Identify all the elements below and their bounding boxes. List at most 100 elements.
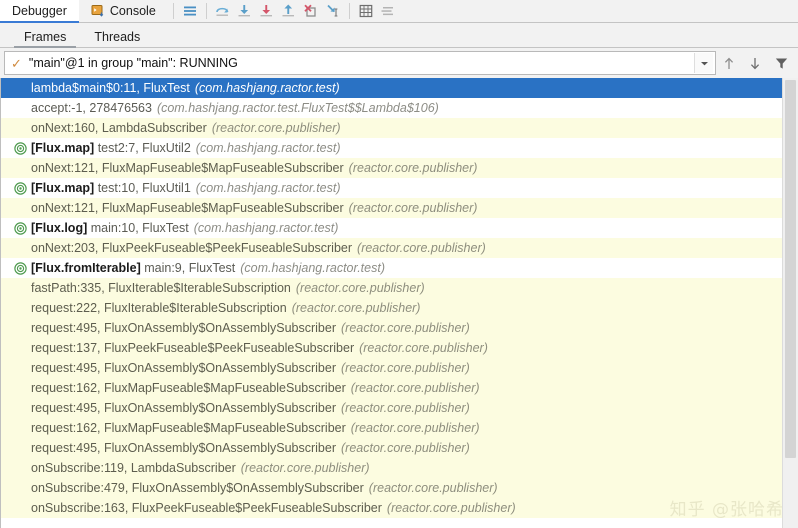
- frame-row[interactable]: [Flux.map] test:10, FluxUtil1 (com.hashja…: [1, 178, 783, 198]
- scrollbar-thumb[interactable]: [785, 80, 796, 458]
- frame-row[interactable]: accept:-1, 278476563 (com.hashjang.ractor…: [1, 98, 783, 118]
- thread-selector-combobox[interactable]: ✓ "main"@1 in group "main": RUNNING: [4, 51, 716, 75]
- frame-method-label: onNext:160, LambdaSubscriber: [31, 121, 207, 135]
- subtab-threads-label: Threads: [94, 30, 141, 44]
- frame-row[interactable]: request:495, FluxOnAssembly$OnAssemblySu…: [1, 398, 783, 418]
- frame-package-label: (reactor.core.publisher): [341, 441, 470, 455]
- evaluate-expression-icon[interactable]: [355, 1, 377, 21]
- frame-package-label: (reactor.core.publisher): [350, 381, 480, 395]
- frame-row[interactable]: onSubscribe:163, FluxPeekFuseable$PeekFu…: [1, 498, 783, 518]
- frame-package-label: (reactor.core.publisher): [348, 161, 478, 175]
- frame-method-label: main:9, FluxTest: [144, 261, 236, 275]
- step-into-icon[interactable]: [234, 1, 256, 21]
- frame-package-label: (reactor.core.publisher): [295, 281, 425, 295]
- frame-row[interactable]: request:222, FluxIterable$IterableSubscr…: [1, 298, 783, 318]
- step-out-icon[interactable]: [278, 1, 300, 21]
- frame-row[interactable]: lambda$main$0:11, FluxTest (com.hashjang.…: [1, 78, 783, 98]
- frame-package-label: (reactor.core.publisher): [359, 341, 488, 355]
- thread-selector-value: "main"@1 in group "main": RUNNING: [28, 56, 238, 70]
- frame-package-label: (com.hashjang.ractor.test): [240, 261, 385, 275]
- frame-row[interactable]: [Flux.log] main:10, FluxTest (com.hashjan…: [1, 218, 783, 238]
- frame-package-label: (com.hashjang.ractor.test): [194, 81, 340, 95]
- frame-method-label: request:495, FluxOnAssembly$OnAssemblySu…: [31, 401, 336, 415]
- frame-row[interactable]: request:495, FluxOnAssembly$OnAssemblySu…: [1, 438, 783, 458]
- frame-operator-label: [Flux.map]: [31, 141, 95, 155]
- toolbar-divider-2: [205, 3, 207, 19]
- frames-vertical-scrollbar[interactable]: [782, 78, 798, 528]
- frame-method-label: lambda$main$0:11, FluxTest: [31, 81, 190, 95]
- frame-operator-label: [Flux.fromIterable]: [31, 261, 141, 275]
- frame-package-label: (com.hashjang.ractor.test): [195, 181, 341, 195]
- tab-console[interactable]: Console: [78, 0, 168, 22]
- frame-method-label: accept:-1, 278476563: [31, 101, 152, 115]
- move-down-button[interactable]: [742, 51, 768, 75]
- frame-package-label: (com.hashjang.ractor.test): [195, 141, 341, 155]
- frame-method-label: request:495, FluxOnAssembly$OnAssemblySu…: [31, 361, 336, 375]
- frame-package-label: (reactor.core.publisher): [341, 321, 470, 335]
- frame-row[interactable]: request:162, FluxMapFuseable$MapFuseable…: [1, 418, 783, 438]
- run-to-cursor-icon[interactable]: [322, 1, 344, 21]
- subtab-threads[interactable]: Threads: [80, 28, 154, 47]
- frame-method-label: onSubscribe:163, FluxPeekFuseable$PeekFu…: [31, 501, 382, 515]
- frame-package-label: (reactor.core.publisher): [348, 201, 478, 215]
- drop-frame-icon[interactable]: [300, 1, 322, 21]
- frame-method-label: onNext:121, FluxMapFuseable$MapFuseableS…: [31, 201, 344, 215]
- frame-row[interactable]: onNext:203, FluxPeekFuseable$PeekFuseabl…: [1, 238, 783, 258]
- frame-method-label: onNext:121, FluxMapFuseable$MapFuseableS…: [31, 161, 344, 175]
- running-check-icon: ✓: [11, 55, 22, 71]
- frame-row[interactable]: onNext:121, FluxMapFuseable$MapFuseableS…: [1, 158, 783, 178]
- frame-row[interactable]: request:495, FluxOnAssembly$OnAssemblySu…: [1, 358, 783, 378]
- subtab-frames-label: Frames: [24, 30, 67, 44]
- frame-method-label: request:495, FluxOnAssembly$OnAssemblySu…: [31, 441, 336, 455]
- frame-method-label: onSubscribe:479, FluxOnAssembly$OnAssemb…: [31, 481, 364, 495]
- layout-settings-icon[interactable]: [179, 1, 201, 21]
- frame-row[interactable]: onNext:121, FluxMapFuseable$MapFuseableS…: [1, 198, 783, 218]
- frame-method-label: request:137, FluxPeekFuseable$PeekFuseab…: [31, 341, 355, 355]
- frame-package-label: (reactor.core.publisher): [386, 501, 516, 515]
- frames-rows-container: lambda$main$0:11, FluxTest (com.hashjang.…: [1, 78, 783, 528]
- frame-method-label: main:10, FluxTest: [90, 221, 189, 235]
- frame-package-label: (com.hashjang.ractor.test.FluxTest$$Lamb…: [156, 101, 439, 115]
- frame-operator-label: [Flux.map]: [31, 181, 95, 195]
- subtab-frames[interactable]: Frames: [10, 28, 80, 48]
- frame-method-label: request:222, FluxIterable$IterableSubscr…: [31, 301, 287, 315]
- frame-row[interactable]: onSubscribe:479, FluxOnAssembly$OnAssemb…: [1, 478, 783, 498]
- frame-package-label: (reactor.core.publisher): [350, 421, 480, 435]
- settings-lines-icon[interactable]: [377, 1, 399, 21]
- debug-tool-window-tabstrip: Debugger Console: [0, 0, 798, 23]
- frame-row[interactable]: onNext:160, LambdaSubscriber (reactor.cor…: [1, 118, 783, 138]
- tab-console-label: Console: [109, 4, 156, 18]
- call-stack-frames-list[interactable]: lambda$main$0:11, FluxTest (com.hashjang.…: [0, 78, 798, 528]
- frame-method-label: test2:7, FluxUtil2: [97, 141, 191, 155]
- thread-selector-bar: ✓ "main"@1 in group "main": RUNNING: [0, 48, 798, 79]
- reactive-stream-icon: [11, 181, 29, 195]
- tab-debugger[interactable]: Debugger: [0, 0, 79, 23]
- chevron-down-icon[interactable]: [694, 53, 713, 73]
- reactive-stream-icon: [11, 261, 29, 275]
- frame-method-label: request:162, FluxMapFuseable$MapFuseable…: [31, 381, 346, 395]
- filter-button[interactable]: [768, 51, 794, 75]
- frame-row[interactable]: onSubscribe:119, LambdaSubscriber (reacto…: [1, 458, 783, 478]
- frame-row[interactable]: [Flux.fromIterable] main:9, FluxTest (com…: [1, 258, 783, 278]
- frame-row[interactable]: request:495, FluxOnAssembly$OnAssemblySu…: [1, 318, 783, 338]
- tab-debugger-label: Debugger: [12, 3, 67, 18]
- frame-method-label: request:495, FluxOnAssembly$OnAssemblySu…: [31, 321, 336, 335]
- frame-package-label: (reactor.core.publisher): [240, 461, 370, 475]
- frame-row[interactable]: request:137, FluxPeekFuseable$PeekFuseab…: [1, 338, 783, 358]
- toolbar-divider-1: [172, 3, 174, 19]
- frame-package-label: (com.hashjang.ractor.test): [193, 221, 339, 235]
- frame-method-label: onSubscribe:119, LambdaSubscriber: [31, 461, 236, 475]
- frame-method-label: onNext:203, FluxPeekFuseable$PeekFuseabl…: [31, 241, 353, 255]
- frame-row[interactable]: fastPath:335, FluxIterable$IterableSubsc…: [1, 278, 783, 298]
- force-step-into-icon[interactable]: [256, 1, 278, 21]
- frame-operator-label: [Flux.log]: [31, 221, 88, 235]
- step-over-icon[interactable]: [212, 1, 234, 21]
- frame-row[interactable]: [Flux.map] test2:7, FluxUtil2 (com.hashja…: [1, 138, 783, 158]
- move-up-button[interactable]: [716, 51, 742, 75]
- frame-package-label: (reactor.core.publisher): [341, 361, 470, 375]
- frame-method-label: test:10, FluxUtil1: [97, 181, 191, 195]
- frame-package-label: (reactor.core.publisher): [211, 121, 341, 135]
- frame-package-label: (reactor.core.publisher): [357, 241, 486, 255]
- frame-method-label: request:162, FluxMapFuseable$MapFuseable…: [31, 421, 346, 435]
- frame-row[interactable]: request:162, FluxMapFuseable$MapFuseable…: [1, 378, 783, 398]
